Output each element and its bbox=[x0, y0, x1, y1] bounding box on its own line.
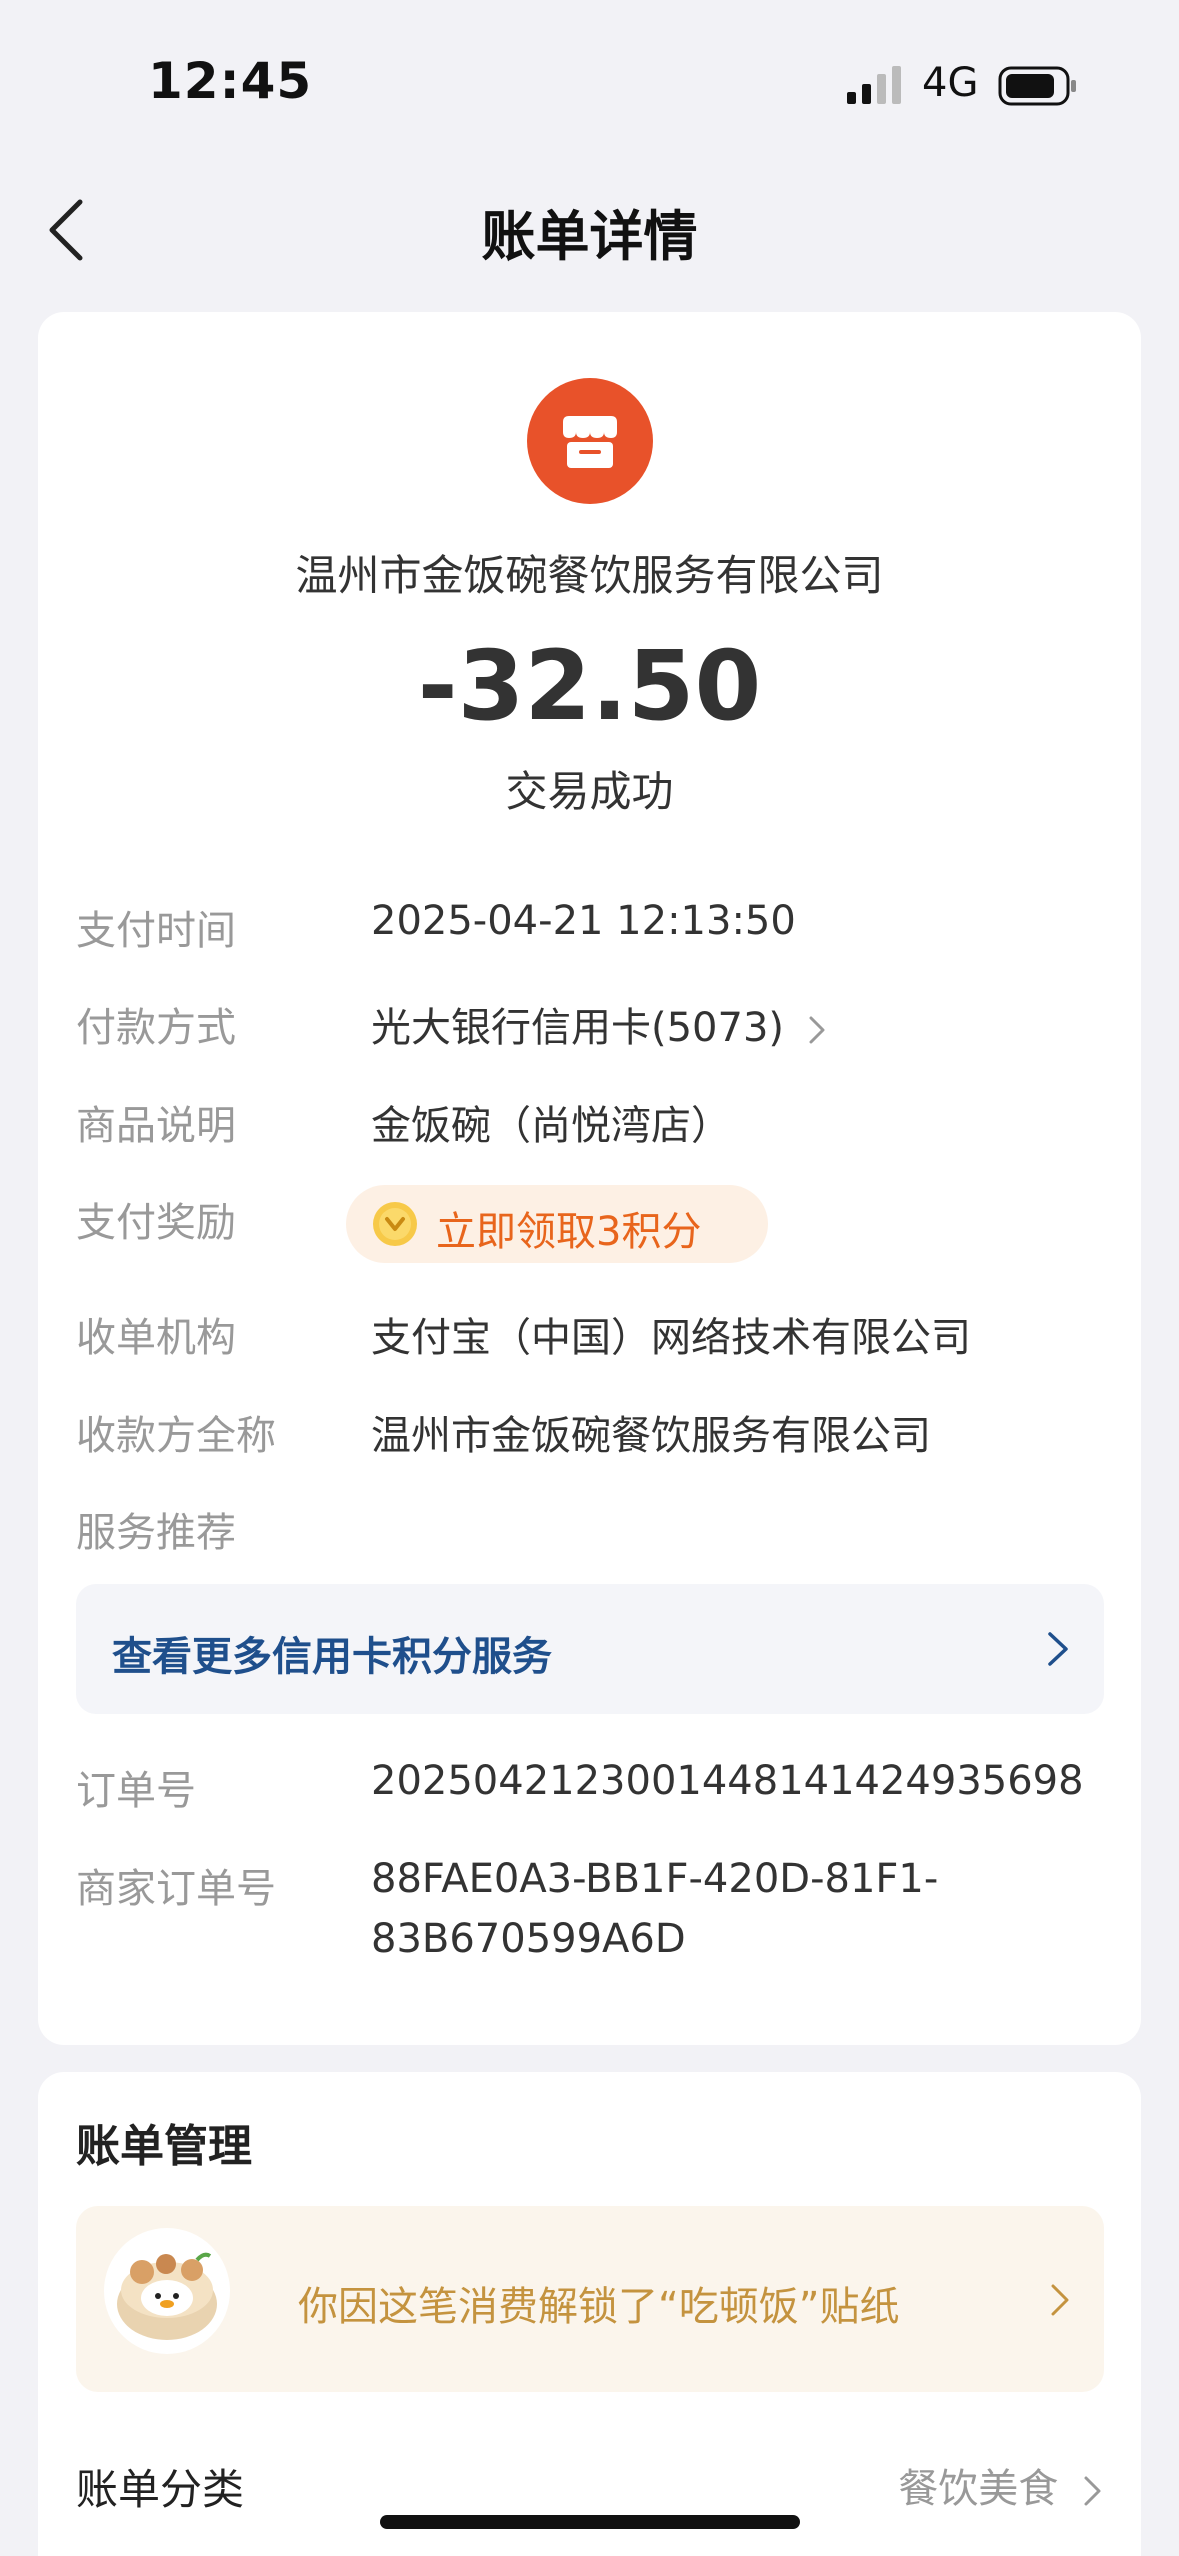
merchant-order-label: 商家订单号 bbox=[76, 1866, 276, 1912]
payee-name-label: 收款方全称 bbox=[76, 1413, 276, 1459]
home-indicator[interactable] bbox=[380, 2515, 800, 2529]
status-time: 12:45 bbox=[148, 52, 313, 110]
order-no-label: 订单号 bbox=[76, 1768, 196, 1814]
pay-time-value: 2025-04-21 12:13:50 bbox=[371, 898, 796, 944]
status-bar: 12:45 4G bbox=[0, 0, 1179, 150]
bill-category-value[interactable]: 餐饮美食 bbox=[898, 2456, 1103, 2514]
bill-category-label: 账单分类 bbox=[76, 2465, 245, 2514]
promo-text: 查看更多信用卡积分服务 bbox=[112, 1634, 552, 1680]
points-coin-icon bbox=[373, 1202, 417, 1246]
merchant-order-value-line1: 88FAE0A3-BB1F-420D-81F1- bbox=[371, 1856, 939, 1902]
sticker-unlock-text: 你因这笔消费解锁了“吃顿饭”贴纸 bbox=[298, 2284, 900, 2330]
transaction-amount: -32.50 bbox=[417, 630, 762, 742]
merchant-name: 温州市金饭碗餐饮服务有限公司 bbox=[295, 551, 884, 600]
page-title: 账单详情 bbox=[481, 205, 698, 268]
claim-points-text: 立即领取3积分 bbox=[436, 1209, 702, 1255]
meal-sticker-icon bbox=[104, 2228, 230, 2354]
store-icon bbox=[527, 378, 653, 504]
product-desc-label: 商品说明 bbox=[76, 1103, 236, 1149]
service-recommend-label: 服务推荐 bbox=[76, 1510, 236, 1556]
payment-method-label: 付款方式 bbox=[76, 1005, 236, 1051]
cellular-signal-icon bbox=[847, 66, 901, 104]
chevron-right-icon bbox=[1051, 2284, 1069, 2316]
payee-name-value: 温州市金饭碗餐饮服务有限公司 bbox=[371, 1413, 931, 1459]
pay-time-label: 支付时间 bbox=[76, 908, 236, 954]
battery-icon bbox=[998, 66, 1076, 106]
pay-reward-label: 支付奖励 bbox=[76, 1200, 236, 1246]
acquirer-label: 收单机构 bbox=[76, 1315, 236, 1361]
transaction-status: 交易成功 bbox=[505, 767, 674, 816]
payment-method-value[interactable]: 光大银行信用卡(5073) bbox=[371, 995, 827, 1053]
chevron-right-icon bbox=[1048, 1632, 1068, 1666]
bill-detail-card: 温州市金饭碗餐饮服务有限公司 -32.50 交易成功 支付时间 2025-04-… bbox=[38, 312, 1141, 2045]
order-no-value: 2025042123001448141424935698 bbox=[371, 1758, 1084, 1804]
merchant-order-value-line2: 83B670599A6D bbox=[371, 1916, 686, 1962]
sticker-unlock-banner[interactable]: 你因这笔消费解锁了“吃顿饭”贴纸 bbox=[76, 2206, 1104, 2392]
payment-method-text: 光大银行信用卡(5073) bbox=[371, 1005, 785, 1051]
bill-category-text: 餐饮美食 bbox=[898, 2466, 1059, 2512]
network-type: 4G bbox=[922, 60, 979, 106]
chevron-right-icon bbox=[1084, 2476, 1101, 2506]
acquirer-value: 支付宝（中国）网络技术有限公司 bbox=[371, 1315, 971, 1361]
claim-points-button[interactable]: 立即领取3积分 bbox=[346, 1185, 768, 1263]
product-desc-value: 金饭碗（尚悦湾店） bbox=[371, 1103, 731, 1149]
nav-bar: 账单详情 bbox=[0, 150, 1179, 300]
section-title: 账单管理 bbox=[76, 2121, 252, 2172]
bill-management-card: 账单管理 你因这笔消费解锁了“吃顿饭”贴纸 账单分类 餐饮美食 bbox=[38, 2072, 1141, 2556]
credit-card-points-promo[interactable]: 查看更多信用卡积分服务 bbox=[76, 1584, 1104, 1714]
chevron-right-icon bbox=[809, 1016, 825, 1044]
